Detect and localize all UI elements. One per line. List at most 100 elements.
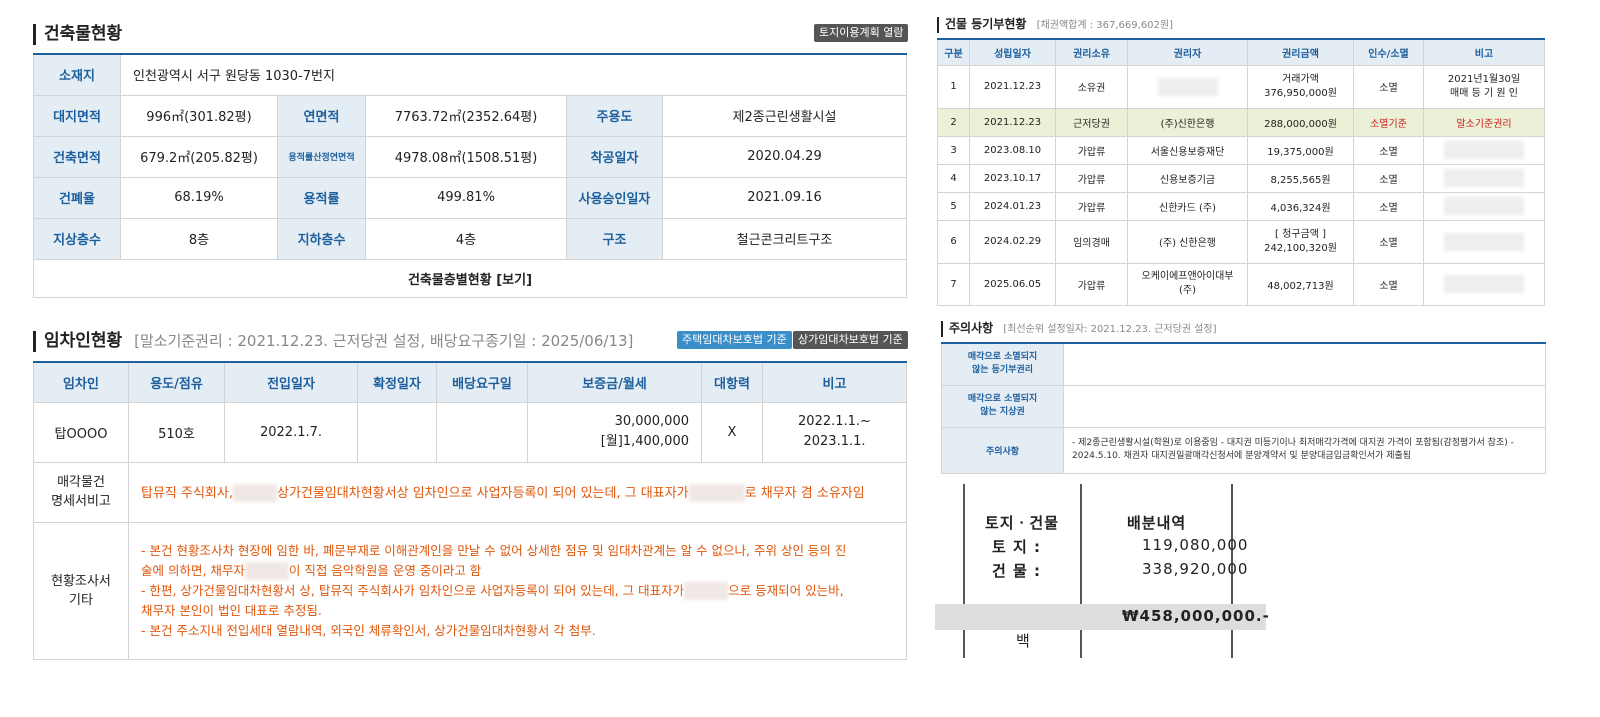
spec-label-line: 명세서비고 [51,494,111,509]
reg-note [1423,163,1545,193]
land-plan-button[interactable]: 토지이용계획 열람 [814,24,909,42]
survey-line: - 본건 주소지내 전입세대 열람내역, 외국인 체류확인서, 상가건물임대차현… [141,622,596,638]
amount-line: 376,950,000원 [1264,87,1337,99]
cell-label: 지상층수 [33,217,121,260]
tenant-title: 임차인현황 [말소기준권리 : 2021.12.23. 근저당권 설정, 배당요… [33,331,633,352]
reg-holder: (주) 신한은행 [1127,219,1248,264]
spec-text: 탑뮤직 주식회사, [141,485,233,501]
registry-row-highlight: 2 2021.12.23 근저당권 (주)신한은행 288,000,000원 소… [937,107,1545,137]
spec-text: 로 채무자 겸 소유자임 [744,485,865,501]
tenant-deposit: 30,000,000 [월]1,400,000 [527,401,702,463]
cell-value: 7763.72㎡(2352.64평) [365,94,567,137]
reg-no: 5 [937,191,970,221]
reg-holder [1127,64,1248,109]
redacted-note [1444,141,1524,159]
amount-line: 242,100,320원 [1264,242,1337,254]
redacted-note [1444,197,1524,215]
cell-label: 주용도 [566,94,663,137]
tenant-subtitle: [말소기준권리 : 2021.12.23. 근저당권 설정, 배당요구종기일 :… [134,332,634,350]
registry-row: 6 2024.02.29 임의경매 (주) 신한은행 [ 청구금액 ] 242,1… [937,219,1545,264]
col-header: 용도/점유 [128,361,225,403]
label-line: 않는 등기부권리 [971,365,1034,376]
reg-status: 소멸기준 [1353,107,1424,137]
doc-footer-text: 백 [1016,632,1031,650]
notice-sub: [최선순위 설정일자: 2021.12.23. 근저당권 설정] [1003,324,1217,335]
reg-date: 2023.10.17 [969,163,1056,193]
cell-label: 지하층수 [277,217,366,260]
registry-sum: [채권액합계 : 367,669,602원] [1036,20,1174,31]
redacted-note [1444,275,1524,293]
notice-line: - 제2종근린생활시설(학원)로 이용중임 - 대지권 미등기이나 최저매각가격… [1072,438,1514,448]
location-label: 소재지 [33,53,121,96]
notice-title: 주의사항 [최선순위 설정일자: 2021.12.23. 근저당권 설정] [941,321,1216,337]
total-value: ₩458,000,000.- [1122,607,1270,625]
col-header: 배당요구일 [436,361,528,403]
notice-value [1063,384,1546,428]
floor-status-link[interactable]: 건축물층별현황 [보기] [33,258,907,298]
redacted-name [688,484,745,503]
col-header: 임차인 [33,361,129,403]
amount-line: [ 청구금액 ] [1275,228,1326,240]
survey-label: 현황조사서 기타 [33,521,129,660]
cell-value: 철근콘크리트구조 [662,217,907,260]
label-line: 않는 지상권 [980,407,1025,417]
survey-line: - 본건 현황조사차 현장에 임한 바, 폐문부재로 이해관계인을 만날 수 없… [141,542,847,558]
land-value: 119,080,000 [1142,536,1249,554]
reg-amount: 48,002,713원 [1247,262,1354,306]
cell-label: 구조 [566,217,663,260]
reg-type: 가압류 [1055,135,1128,165]
reg-note: 말소기준권리 [1423,107,1545,137]
reg-amount: 288,000,000원 [1247,107,1354,137]
registry-row: 1 2021.12.23 소유권 거래가액 376,950,000원 소멸 202… [937,64,1545,109]
tenant-name: 탑OOOO [33,401,129,463]
redacted-name [244,562,289,580]
cell-value: 8층 [120,217,278,260]
cell-value: 996㎡(301.82평) [120,94,278,137]
building-label: 건 물 : [992,562,1042,580]
cell-label: 건축면적 [33,135,121,178]
reg-amount: 8,255,565원 [1247,163,1354,193]
redacted-note [1444,169,1524,187]
cell-label: 사용승인일자 [566,176,663,219]
amount-line: 거래가액 [1282,73,1319,85]
col-header: 보증금/월세 [527,361,702,403]
notice-text: - 제2종근린생활시설(학원)로 이용중임 - 대지권 미등기이나 최저매각가격… [1063,426,1546,474]
reg-holder: 오케이에프앤아이대부 (주) [1127,262,1248,306]
commercial-lease-button[interactable]: 상가임대차보호법 기준 [793,331,908,349]
reg-type: 가압류 [1055,163,1128,193]
holder-line: 오케이에프앤아이대부 [1141,271,1234,282]
deposit-amount: 30,000,000 [614,414,689,429]
reg-date: 2023.08.10 [969,135,1056,165]
tenant-note: 2022.1.1.~ 2023.1.1. [762,401,907,463]
cell-value: 679.2㎡(205.82평) [120,135,278,178]
survey-text: 이 직접 음악학원을 운영 중이라고 함 [288,562,482,578]
cell-label: 착공일자 [566,135,663,178]
housing-lease-button[interactable]: 주택임대차보호법 기준 [677,331,792,349]
cell-label: 용적률산정연면적 [277,135,366,178]
registry-row: 7 2025.06.05 가압류 오케이에프앤아이대부 (주) 48,002,71… [937,262,1545,306]
cell-label: 건폐율 [33,176,121,219]
col-header: 권리금액 [1247,38,1354,66]
doc-line [963,484,965,658]
reg-note [1423,191,1545,221]
tenant-confirm-date [357,401,437,463]
reg-type: 가압류 [1055,262,1128,306]
registry-row: 3 2023.08.10 가압류 서울신용보증재단 19,375,000원 소멸 [937,135,1545,165]
redacted-note [1444,232,1524,251]
reg-no: 3 [937,135,970,165]
registry-title: 건물 등기부현황 [채권액합계 : 367,669,602원] [937,17,1173,33]
tenant-opposing-power: X [701,401,763,463]
col-header: 성립일자 [969,38,1056,66]
reg-amount: [ 청구금액 ] 242,100,320원 [1247,219,1354,264]
tenant-dividend-date [436,401,528,463]
col-header: 인수/소멸 [1353,38,1424,66]
cell-label: 용적률 [277,176,366,219]
survey-text: - 한편, 상가건물임대차현황서 상, 탑뮤직 주식회사가 임차인으로 사업자등… [141,582,685,598]
survey-line: 채무자 본인이 법인 대표로 추정됨. [141,602,322,618]
reg-type: 임의경매 [1055,219,1128,264]
registry-row: 4 2023.10.17 가압류 신용보증기금 8,255,565원 소멸 [937,163,1545,193]
building-value: 338,920,000 [1142,560,1249,578]
reg-status: 소멸 [1353,219,1424,264]
doc-heading: 토지ㆍ건물 [985,514,1060,532]
cell-value: 499.81% [365,176,567,219]
